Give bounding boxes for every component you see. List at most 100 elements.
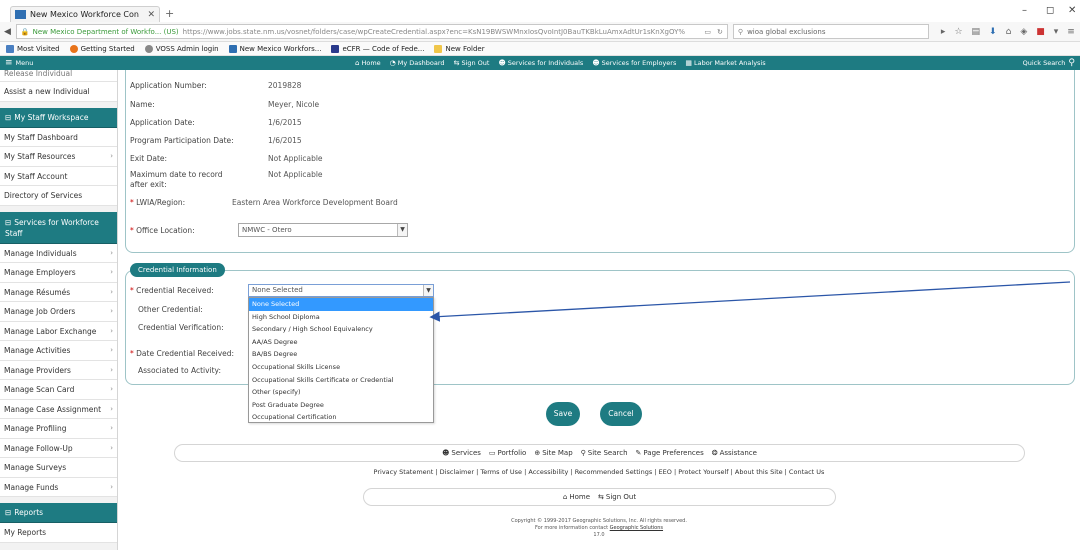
detail-row-maximum-date-to-record-after-exit: Maximum date to record after exit: Not Ap… bbox=[130, 170, 323, 190]
reload-icon[interactable]: ↻ bbox=[717, 28, 723, 36]
sidebar-item-manage-funds[interactable]: Manage Funds › bbox=[0, 477, 117, 497]
copyright: Copyright © 1999-2017 Geographic Solutio… bbox=[511, 518, 687, 524]
footer-link-page-preferences[interactable]: ✎ Page Preferences bbox=[636, 449, 704, 457]
bookmark-item[interactable]: eCFR — Code of Fede... bbox=[331, 44, 424, 53]
sidebar-item-my-staff-resources[interactable]: My Staff Resources › bbox=[0, 147, 117, 167]
menu-label: Menu bbox=[15, 59, 34, 67]
quick-search-button[interactable]: Quick Search ⚲ bbox=[1023, 58, 1075, 68]
sidebar-item-release-individual[interactable]: Release Individual bbox=[0, 70, 117, 82]
nav-link-services-for-employers[interactable]: ☻ Services for Employers bbox=[592, 59, 676, 67]
sidebar-item-directory-of-services[interactable]: Directory of Services bbox=[0, 186, 117, 206]
nav-link-home[interactable]: ⌂ Home bbox=[355, 59, 381, 67]
credential-option-occupational-certification[interactable]: Occupational Certification bbox=[249, 411, 433, 424]
reader-view-icon[interactable]: ▭ bbox=[704, 28, 711, 36]
sidebar-item-manage-providers[interactable]: Manage Providers › bbox=[0, 360, 117, 380]
footer-links-bar: ☻ Services ▭ Portfolio ⊕ Site Map ⚲ Site Search… bbox=[174, 444, 1025, 462]
sidebar-item-manage-employers[interactable]: Manage Employers › bbox=[0, 263, 117, 283]
save-button[interactable]: Save bbox=[546, 402, 580, 426]
nav-labor-market-analysis-icon: ▦ bbox=[685, 59, 692, 67]
cancel-button[interactable]: Cancel bbox=[600, 402, 642, 426]
download-icon[interactable]: ⬇ bbox=[989, 27, 997, 37]
search-text: wioa global exclusions bbox=[747, 27, 826, 36]
credential-received-value: None Selected bbox=[252, 286, 303, 294]
sidebar-item-manage-r-sum-s[interactable]: Manage Résumés › bbox=[0, 282, 117, 302]
footer-home-link[interactable]: ⌂ Home bbox=[563, 493, 590, 501]
sign-out-icon: ⇆ bbox=[598, 493, 604, 501]
minimize-icon[interactable]: – bbox=[1022, 5, 1027, 16]
credential-received-select[interactable]: None Selected ▼ bbox=[248, 284, 434, 297]
menu-button[interactable]: ≡ Menu bbox=[5, 58, 33, 68]
menu-arrow-icon[interactable]: ▸ bbox=[941, 27, 946, 37]
footer-link-site-map[interactable]: ⊕ Site Map bbox=[534, 449, 572, 457]
sidebar-item-manage-job-orders[interactable]: Manage Job Orders › bbox=[0, 302, 117, 322]
browser-tab[interactable]: New Mexico Workforce Con ✕ bbox=[10, 6, 160, 22]
sidebar-item-my-staff-dashboard[interactable]: My Staff Dashboard bbox=[0, 127, 117, 147]
pocket-icon[interactable]: ◈ bbox=[1020, 27, 1027, 37]
credential-option-high-school-diploma[interactable]: High School Diploma bbox=[249, 311, 433, 324]
search-icon: ⚲ bbox=[737, 27, 744, 36]
collapse-icon: ⊟ bbox=[5, 112, 12, 122]
nav-link-services-for-individuals[interactable]: ☻ Services for Individuals bbox=[498, 59, 583, 67]
sidebar-item-my-reports[interactable]: My Reports bbox=[0, 523, 117, 543]
sidebar-item-manage-labor-exchange[interactable]: Manage Labor Exchange › bbox=[0, 321, 117, 341]
credential-option-other-specify[interactable]: Other (specify) bbox=[249, 386, 433, 399]
sidebar-item-my-staff-account[interactable]: My Staff Account bbox=[0, 166, 117, 186]
sidebar-header-services-staff[interactable]: ⊟ Services for Workforce Staff bbox=[0, 211, 117, 244]
version: 17.0 bbox=[593, 532, 605, 538]
bookmark-item[interactable]: Most Visited bbox=[6, 44, 60, 53]
bookmark-item[interactable]: New Folder bbox=[434, 44, 485, 53]
sidebar-item-manage-case-assignment[interactable]: Manage Case Assignment › bbox=[0, 399, 117, 419]
hamburger-menu-icon[interactable]: ≡ bbox=[1067, 27, 1075, 37]
library-icon[interactable]: ▤ bbox=[972, 27, 981, 37]
bookmark-icon bbox=[6, 44, 14, 53]
url-bar[interactable]: 🔒 New Mexico Department of Workfo... (US… bbox=[15, 24, 728, 39]
bookmark-item[interactable]: Getting Started bbox=[69, 44, 135, 53]
detail-label: Program Participation Date: bbox=[130, 136, 234, 145]
sidebar-item-assist-individual[interactable]: Assist a new Individual bbox=[0, 82, 117, 102]
footer-link-portfolio[interactable]: ▭ Portfolio bbox=[489, 449, 526, 457]
browser-search-box[interactable]: ⚲ wioa global exclusions bbox=[732, 24, 929, 39]
back-icon[interactable]: ◀ bbox=[4, 27, 11, 37]
sidebar-item-manage-activities[interactable]: Manage Activities › bbox=[0, 341, 117, 361]
window-close-icon[interactable]: ✕ bbox=[1068, 5, 1076, 16]
sidebar-item-manage-surveys[interactable]: Manage Surveys bbox=[0, 458, 117, 478]
sidebar-item-manage-profiling[interactable]: Manage Profiling › bbox=[0, 419, 117, 439]
credential-option-occupational-skills-certificate-or-credential[interactable]: Occupational Skills Certificate or Crede… bbox=[249, 374, 433, 387]
credential-option-occupational-skills-license[interactable]: Occupational Skills License bbox=[249, 361, 433, 374]
nav-link-labor-market-analysis[interactable]: ▦ Labor Market Analysis bbox=[685, 59, 765, 67]
extension-icon[interactable]: ■ bbox=[1036, 27, 1045, 37]
sidebar-header-staff-workspace[interactable]: ⊟ My Staff Workspace bbox=[0, 107, 117, 128]
credential-option-ba-bs-degree[interactable]: BA/BS Degree bbox=[249, 348, 433, 361]
footer-link-assistance[interactable]: ❂ Assistance bbox=[712, 449, 757, 457]
bookmark-item[interactable]: VOSS Admin login bbox=[144, 44, 219, 53]
folder-icon bbox=[434, 44, 443, 53]
sidebar-item-label: My Reports bbox=[4, 528, 47, 537]
credential-option-aa-as-degree[interactable]: AA/AS Degree bbox=[249, 336, 433, 349]
credential-option-none-selected[interactable]: None Selected bbox=[249, 298, 433, 311]
footer-signout-link[interactable]: ⇆ Sign Out bbox=[598, 493, 636, 501]
new-tab-icon[interactable]: + bbox=[165, 7, 174, 20]
footer-link-services[interactable]: ☻ Services bbox=[442, 449, 481, 457]
nav-link-sign-out[interactable]: ⇆ Sign Out bbox=[454, 59, 490, 67]
home-icon[interactable]: ⌂ bbox=[1006, 27, 1012, 37]
sidebar-item-manage-follow-up[interactable]: Manage Follow-Up › bbox=[0, 438, 117, 458]
nav-link-label: My Dashboard bbox=[397, 59, 445, 67]
sidebar-item-label: Manage Labor Exchange bbox=[4, 326, 97, 336]
maximize-icon[interactable]: ◻ bbox=[1046, 5, 1054, 16]
footer-link-site-search[interactable]: ⚲ Site Search bbox=[581, 449, 628, 457]
bookmark-item[interactable]: New Mexico Workfors... bbox=[228, 44, 321, 53]
sidebar-item-manage-scan-card[interactable]: Manage Scan Card › bbox=[0, 380, 117, 400]
legal-links[interactable]: Privacy Statement | Disclaimer | Terms o… bbox=[118, 468, 1080, 476]
contact-link[interactable]: Geographic Solutions bbox=[610, 525, 663, 531]
tab-close-icon[interactable]: ✕ bbox=[147, 10, 155, 20]
office-location-select[interactable]: NMWC - Otero ▼ bbox=[238, 223, 408, 237]
nav-link-my-dashboard[interactable]: ◔ My Dashboard bbox=[390, 59, 445, 67]
credential-option-post-graduate-degree[interactable]: Post Graduate Degree bbox=[249, 399, 433, 412]
bookmark-star-icon[interactable]: ☆ bbox=[954, 27, 962, 37]
sidebar-header-reports[interactable]: ⊟ Reports bbox=[0, 503, 117, 523]
overflow-icon[interactable]: ▾ bbox=[1054, 27, 1059, 37]
credential-options-list[interactable]: None Selected High School Diploma Secondar… bbox=[248, 297, 434, 423]
site-favicon-icon bbox=[15, 10, 26, 19]
credential-option-secondary-high-school-equivalency[interactable]: Secondary / High School Equivalency bbox=[249, 323, 433, 336]
sidebar-item-manage-individuals[interactable]: Manage Individuals › bbox=[0, 243, 117, 263]
